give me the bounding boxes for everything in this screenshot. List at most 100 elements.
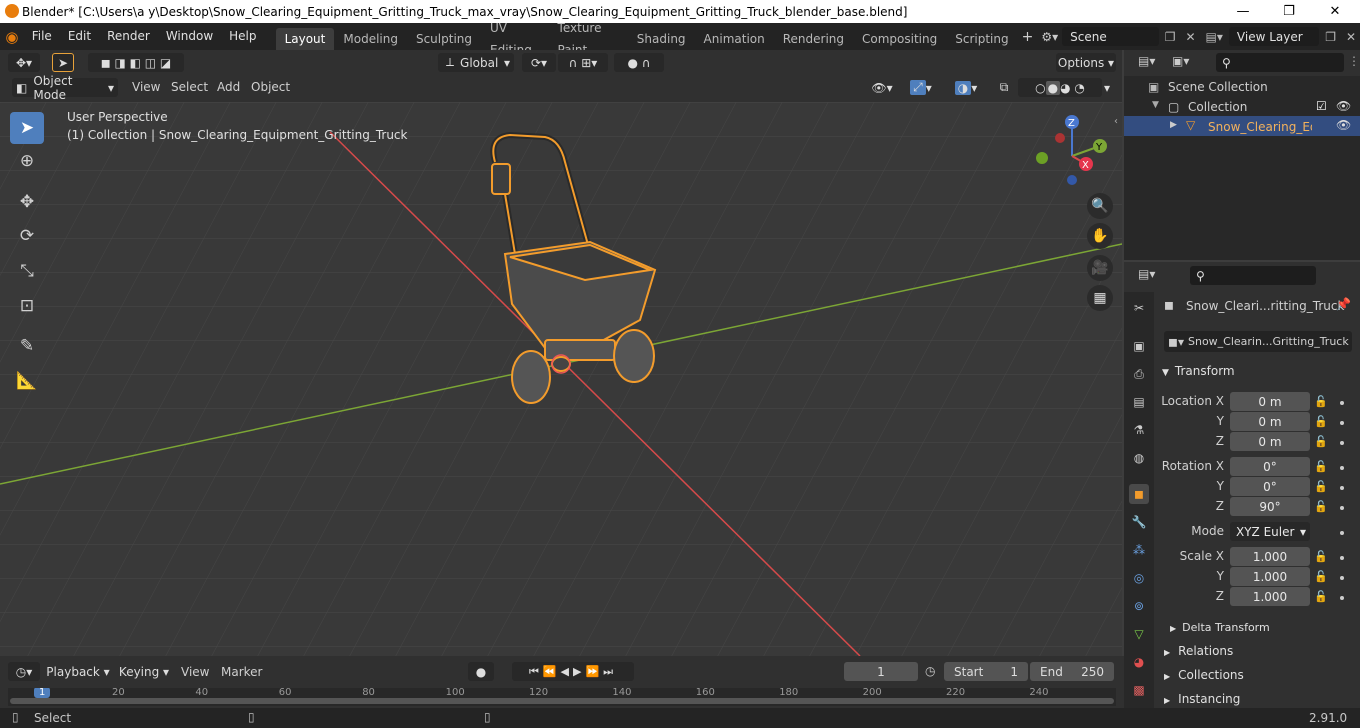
rotation-z-field[interactable]: 90°: [1230, 497, 1310, 516]
object-mode-dropdown[interactable]: ◧ Object Mode ▾: [12, 74, 118, 102]
instancing-header[interactable]: ▶ Instancing: [1154, 692, 1360, 706]
move-tool[interactable]: ✥: [10, 186, 44, 218]
display-mode-icon[interactable]: ▣▾: [1172, 54, 1189, 68]
transform-orientation-dropdown[interactable]: ⟂ Global ▾: [438, 53, 514, 72]
select-box-tool[interactable]: ➤: [10, 112, 44, 144]
keyframe-dot[interactable]: [1340, 596, 1344, 600]
rotation-mode-dropdown[interactable]: XYZ Euler ▾: [1230, 522, 1310, 541]
start-frame-field[interactable]: Start 1: [944, 662, 1028, 681]
keyframe-dot[interactable]: [1340, 576, 1344, 580]
pivot-point-icon[interactable]: ⟳▾: [522, 53, 556, 72]
tab-shading[interactable]: Shading: [628, 28, 695, 50]
keying-menu[interactable]: Keying ▾: [114, 662, 174, 681]
rotation-x-field[interactable]: 0°: [1230, 457, 1310, 476]
select-tool-icon[interactable]: ➤: [52, 53, 74, 72]
view-layer-selector-icon[interactable]: ▤▾: [1200, 30, 1229, 44]
tab-rendering[interactable]: Rendering: [774, 28, 853, 50]
keyframe-dot[interactable]: [1340, 556, 1344, 560]
relations-header[interactable]: ▶ Relations: [1154, 644, 1360, 658]
location-x-field[interactable]: 0 m: [1230, 392, 1310, 411]
timeline-ruler[interactable]: 1 20 40 60 80 100 120 140 160 180 200 220 240: [8, 688, 1116, 706]
scale-z-field[interactable]: 1.000: [1230, 587, 1310, 606]
lock-icon[interactable]: 🔓: [1314, 415, 1328, 428]
tab-sculpting[interactable]: Sculpting: [407, 28, 481, 50]
camera-view-button[interactable]: 🎥: [1087, 255, 1113, 281]
object-menu[interactable]: Object: [251, 80, 290, 94]
texture-tab-icon[interactable]: ▩: [1129, 680, 1149, 700]
properties-search-input[interactable]: ⚲: [1190, 266, 1316, 285]
tab-scripting[interactable]: Scripting: [946, 28, 1017, 50]
filter-icon[interactable]: ⋮: [1348, 54, 1360, 68]
new-view-layer-icon[interactable]: ❐: [1319, 30, 1342, 44]
lock-icon[interactable]: 🔓: [1314, 460, 1328, 473]
sidebar-toggle-icon[interactable]: ‹: [1114, 116, 1118, 127]
modifier-tab-icon[interactable]: 🔧: [1129, 512, 1149, 532]
cursor-tool[interactable]: ⊕: [10, 145, 44, 177]
lock-icon[interactable]: 🔓: [1314, 570, 1328, 583]
render-tab-icon[interactable]: ▣: [1129, 336, 1149, 356]
transform-tool[interactable]: ⊡: [10, 290, 44, 322]
tab-layout[interactable]: Layout: [275, 28, 335, 50]
lock-icon[interactable]: 🔓: [1314, 395, 1328, 408]
zoom-button[interactable]: 🔍: [1087, 193, 1113, 219]
keyframe-dot[interactable]: [1340, 421, 1344, 425]
keyframe-dot[interactable]: [1340, 486, 1344, 490]
select-menu[interactable]: Select: [171, 80, 208, 94]
scale-tool[interactable]: ⤡: [10, 255, 44, 287]
constraints-tab-icon[interactable]: ⊚: [1129, 596, 1149, 616]
keyframe-dot[interactable]: [1340, 441, 1344, 445]
scene-field[interactable]: Scene: [1062, 27, 1159, 46]
options-dropdown[interactable]: Options ▾: [1056, 53, 1116, 72]
tab-compositing[interactable]: Compositing: [853, 28, 946, 50]
current-frame-field[interactable]: 1: [844, 662, 918, 681]
keyframe-dot[interactable]: [1340, 466, 1344, 470]
menu-file[interactable]: File: [24, 23, 60, 50]
tab-animation[interactable]: Animation: [695, 28, 774, 50]
object-visibility-icon[interactable]: 👁: [1336, 118, 1351, 132]
collection-expand-icon[interactable]: ▼: [1152, 100, 1159, 110]
delete-scene-icon[interactable]: ✕: [1181, 30, 1199, 44]
object-expand-icon[interactable]: ▶: [1170, 120, 1177, 130]
blender-menu-icon[interactable]: ◉: [0, 28, 24, 46]
keyframe-dot[interactable]: [1340, 531, 1344, 535]
output-tab-icon[interactable]: ⎙: [1129, 364, 1149, 384]
visibility-icon[interactable]: 👁▾: [866, 78, 898, 97]
collections-header[interactable]: ▶ Collections: [1154, 668, 1360, 682]
delete-view-layer-icon[interactable]: ✕: [1342, 30, 1360, 44]
selection-mode-icons[interactable]: ◼ ◨ ◧ ◫ ◪: [88, 53, 184, 72]
minimize-button[interactable]: —: [1220, 0, 1266, 23]
rotation-y-field[interactable]: 0°: [1230, 477, 1310, 496]
lock-icon[interactable]: 🔓: [1314, 480, 1328, 493]
clock-icon[interactable]: ◷: [925, 664, 935, 678]
record-button[interactable]: ●: [468, 662, 494, 681]
transform-panel-header[interactable]: ▼ Transform: [1154, 364, 1360, 378]
menu-edit[interactable]: Edit: [60, 23, 99, 50]
properties-editor-icon[interactable]: ▤▾: [1138, 267, 1155, 281]
data-tab-icon[interactable]: ▽: [1129, 624, 1149, 644]
particles-tab-icon[interactable]: ⁂: [1129, 540, 1149, 560]
keyframe-dot[interactable]: [1340, 401, 1344, 405]
lock-icon[interactable]: 🔓: [1314, 550, 1328, 563]
location-y-field[interactable]: 0 m: [1230, 412, 1310, 431]
collection-checkbox-icon[interactable]: ☑: [1316, 99, 1327, 113]
add-workspace-icon[interactable]: +: [1018, 29, 1038, 45]
gizmo-toggle-icon[interactable]: ⤢ ▾: [902, 78, 940, 97]
ortho-toggle-button[interactable]: ▦: [1087, 285, 1113, 311]
playback-menu[interactable]: Playback ▾: [46, 662, 110, 681]
editor-type-icon[interactable]: ✥▾: [8, 53, 40, 72]
maximize-button[interactable]: ❐: [1266, 0, 1312, 23]
rotate-tool[interactable]: ⟳: [10, 220, 44, 252]
3d-viewport[interactable]: User Perspective (1) Collection | Snow_C…: [0, 102, 1122, 656]
proportional-edit-icon[interactable]: ● ∩: [614, 53, 664, 72]
physics-tab-icon[interactable]: ◎: [1129, 568, 1149, 588]
view-layer-field[interactable]: View Layer: [1228, 27, 1320, 46]
outliner-search-input[interactable]: ⚲: [1216, 53, 1344, 72]
snap-icon[interactable]: ∩ ⊞▾: [558, 53, 608, 72]
tab-modeling[interactable]: Modeling: [334, 28, 407, 50]
annotate-tool[interactable]: ✎: [10, 330, 44, 362]
world-tab-icon[interactable]: ◍: [1129, 448, 1149, 468]
object-data-field[interactable]: ◼▾ Snow_Clearin...Gritting_Truck: [1164, 331, 1352, 352]
pin-icon[interactable]: 📌: [1336, 297, 1351, 311]
timeline-scrollbar[interactable]: [10, 698, 1114, 704]
lock-icon[interactable]: 🔓: [1314, 500, 1328, 513]
